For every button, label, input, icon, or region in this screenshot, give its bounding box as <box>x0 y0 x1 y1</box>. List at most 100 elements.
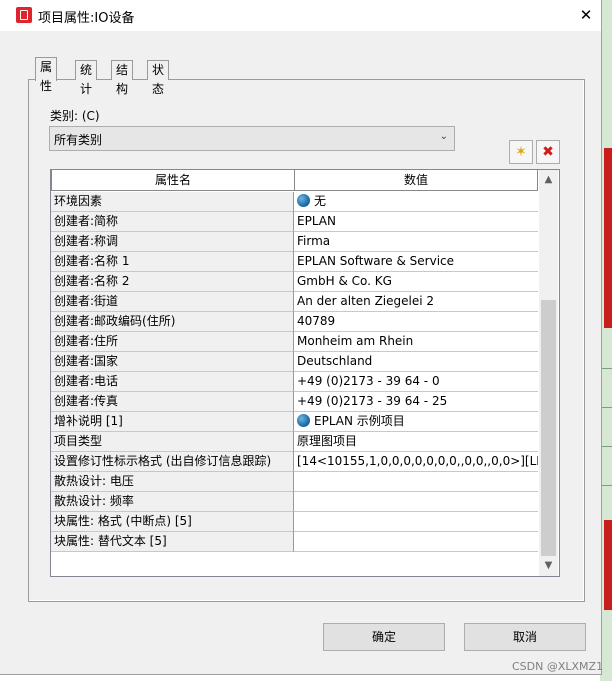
column-header-value[interactable]: 数值 <box>294 170 538 191</box>
property-name-cell: 创建者:简称 <box>51 212 294 232</box>
table-row[interactable]: 块属性: 格式 (中断点) [5] <box>51 512 538 532</box>
globe-icon <box>297 194 310 207</box>
background-accent <box>604 148 612 328</box>
table-row[interactable]: 创建者:住所 Monheim am Rhein <box>51 332 538 352</box>
new-property-button[interactable]: ✶ <box>509 140 533 164</box>
property-value-text: GmbH & Co. KG <box>297 274 392 288</box>
star-icon: ✶ <box>515 144 527 160</box>
property-name-cell: 散热设计: 电压 <box>51 472 294 492</box>
property-value-text: 40789 <box>297 314 336 328</box>
background-accent <box>604 520 612 610</box>
scrollbar-thumb[interactable] <box>541 300 556 556</box>
category-value: 所有类别 <box>54 133 103 147</box>
property-value-text: 原理图项目 <box>297 434 358 448</box>
property-value-text: EPLAN <box>297 214 336 228</box>
table-row[interactable]: 创建者:街道 An der alten Ziegelei 2 <box>51 292 538 312</box>
property-value-text: 无 <box>314 194 327 208</box>
property-name-cell: 创建者:街道 <box>51 292 294 312</box>
tab-properties[interactable]: 属性 <box>35 57 58 93</box>
table-row[interactable]: 创建者:名称 2 GmbH & Co. KG <box>51 272 538 292</box>
property-name-cell: 创建者:称调 <box>51 232 294 252</box>
table-row[interactable]: 环境因素 无 <box>51 192 538 212</box>
property-name-cell: 创建者:名称 2 <box>51 272 294 292</box>
property-name-cell: 创建者:邮政编码(住所) <box>51 312 294 332</box>
property-name-cell: 创建者:电话 <box>51 372 294 392</box>
eplan-app-icon <box>16 7 32 23</box>
table-row[interactable]: 创建者:电话 +49 (0)2173 - 39 64 - 0 <box>51 372 538 392</box>
property-value-cell[interactable]: An der alten Ziegelei 2 <box>294 292 538 312</box>
property-value-cell[interactable]: 原理图项目 <box>294 432 538 452</box>
window-title: 项目属性:IO设备 <box>38 11 135 26</box>
table-row[interactable]: 散热设计: 电压 <box>51 472 538 492</box>
property-value-cell[interactable]: Deutschland <box>294 352 538 372</box>
property-name-cell: 创建者:传真 <box>51 392 294 412</box>
category-label: 类别: (C) <box>50 109 100 123</box>
property-value-text: Deutschland <box>297 354 373 368</box>
property-name-cell: 设置修订性标示格式 (出自修订信息跟踪) <box>51 452 294 472</box>
property-name-cell: 创建者:名称 1 <box>51 252 294 272</box>
property-value-cell[interactable]: Monheim am Rhein <box>294 332 538 352</box>
category-select[interactable]: 所有类别 ⌄ <box>49 126 455 151</box>
ok-button[interactable]: 确定 <box>323 623 445 651</box>
property-value-text: EPLAN Software & Service <box>297 254 455 268</box>
tab-status[interactable]: 状态 <box>147 60 170 96</box>
property-value-text: +49 (0)2173 - 39 64 - 25 <box>297 394 448 408</box>
table-row[interactable]: 块属性: 替代文本 [5] <box>51 532 538 552</box>
title-bar: 项目属性:IO设备 ✕ <box>0 0 601 31</box>
property-value-text: EPLAN 示例项目 <box>314 414 405 428</box>
property-name-cell: 块属性: 格式 (中断点) [5] <box>51 512 294 532</box>
property-value-cell[interactable]: EPLAN <box>294 212 538 232</box>
property-value-text: +49 (0)2173 - 39 64 - 0 <box>297 374 440 388</box>
property-value-cell[interactable]: 40789 <box>294 312 538 332</box>
property-value-cell[interactable]: +49 (0)2173 - 39 64 - 0 <box>294 372 538 392</box>
tab-structure[interactable]: 结构 <box>111 60 134 96</box>
table-row[interactable]: 项目类型 原理图项目 <box>51 432 538 452</box>
table-row[interactable]: 创建者:国家 Deutschland <box>51 352 538 372</box>
property-value-text: An der alten Ziegelei 2 <box>297 294 435 308</box>
property-value-text: [14<10155,1,0,0,0,0,0,0,0,,0,0,,0,0>][LF… <box>297 454 538 468</box>
property-name-cell: 散热设计: 频率 <box>51 492 294 512</box>
table-row[interactable]: 创建者:称调 Firma <box>51 232 538 252</box>
watermark: CSDN @XLXMZ1 <box>512 660 604 673</box>
tab-statistics[interactable]: 统计 <box>75 60 98 96</box>
property-value-cell[interactable] <box>294 472 538 492</box>
chevron-down-icon: ⌄ <box>439 131 448 142</box>
property-name-cell: 环境因素 <box>51 192 294 212</box>
property-value-cell[interactable]: EPLAN 示例项目 <box>294 412 538 432</box>
table-row[interactable]: 散热设计: 频率 <box>51 492 538 512</box>
property-value-cell[interactable]: EPLAN Software & Service <box>294 252 538 272</box>
property-value-text: Firma <box>297 234 331 248</box>
property-name-cell: 创建者:住所 <box>51 332 294 352</box>
property-value-cell[interactable]: [14<10155,1,0,0,0,0,0,0,0,,0,0,,0,0>][LF… <box>294 452 538 472</box>
property-name-cell: 创建者:国家 <box>51 352 294 372</box>
property-value-cell[interactable]: 无 <box>294 192 538 212</box>
scroll-down-icon[interactable]: ▼ <box>539 556 558 576</box>
property-value-cell[interactable] <box>294 492 538 512</box>
property-value-cell[interactable]: Firma <box>294 232 538 252</box>
property-name-cell: 项目类型 <box>51 432 294 452</box>
table-row[interactable]: 创建者:邮政编码(住所) 40789 <box>51 312 538 332</box>
properties-table: 属性名 数值 环境因素无创建者:简称 EPLAN 创建者:称调 Firma 创建者:名称… <box>50 169 560 577</box>
table-row[interactable]: 创建者:名称 1 EPLAN Software & Service <box>51 252 538 272</box>
property-name-cell: 增补说明 [1] <box>51 412 294 432</box>
property-value-cell[interactable] <box>294 512 538 532</box>
column-header-name[interactable]: 属性名 <box>51 170 295 191</box>
table-row[interactable]: 创建者:简称 EPLAN <box>51 212 538 232</box>
globe-icon <box>297 414 310 427</box>
property-name-cell: 块属性: 替代文本 [5] <box>51 532 294 552</box>
property-value-cell[interactable] <box>294 532 538 552</box>
close-icon[interactable]: ✕ <box>572 3 600 27</box>
table-row[interactable]: 设置修订性标示格式 (出自修订信息跟踪) [14<10155,1,0,0,0,0,… <box>51 452 538 472</box>
table-row[interactable]: 增补说明 [1] EPLAN 示例项目 <box>51 412 538 432</box>
property-value-cell[interactable]: +49 (0)2173 - 39 64 - 25 <box>294 392 538 412</box>
delete-property-button[interactable]: ✖ <box>536 140 560 164</box>
table-row[interactable]: 创建者:传真 +49 (0)2173 - 39 64 - 25 <box>51 392 538 412</box>
delete-icon: ✖ <box>542 144 554 160</box>
project-properties-dialog: 项目属性:IO设备 ✕ 属性 统计 结构 状态 类别: (C) 所有类别 ⌄ ✶… <box>0 0 602 675</box>
scroll-up-icon[interactable]: ▲ <box>539 170 558 190</box>
property-value-cell[interactable]: GmbH & Co. KG <box>294 272 538 292</box>
vertical-scrollbar[interactable]: ▲ ▼ <box>539 170 558 576</box>
property-value-text: Monheim am Rhein <box>297 334 414 348</box>
table-header: 属性名 数值 <box>51 170 538 192</box>
cancel-button[interactable]: 取消 <box>464 623 586 651</box>
